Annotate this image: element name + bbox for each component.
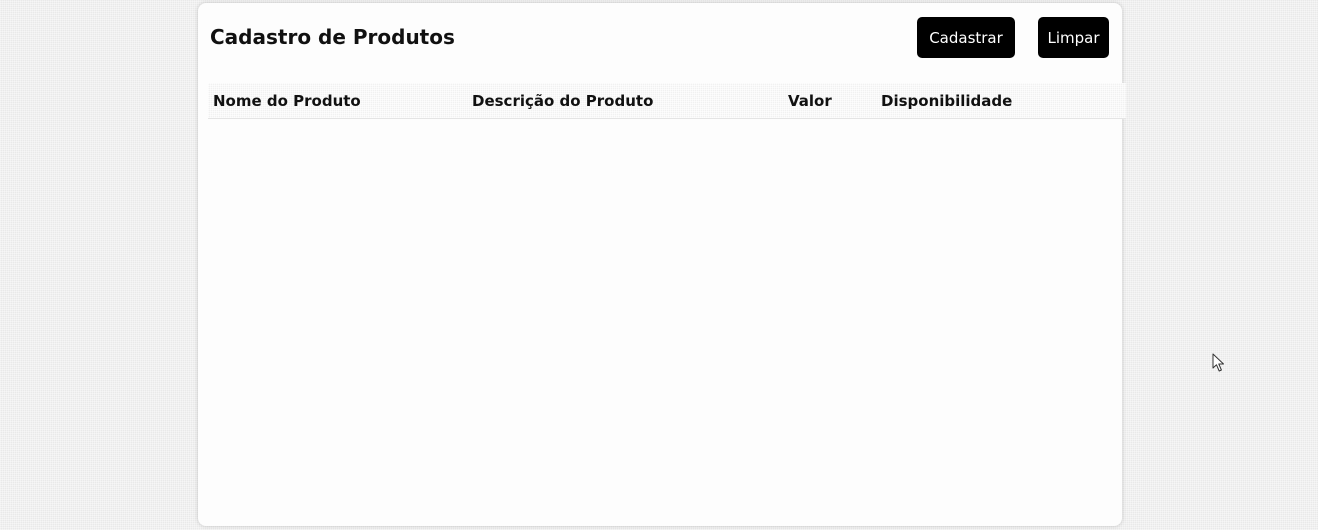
table-header-row: Nome do Produto Descrição do Produto Val… <box>208 83 1126 119</box>
table-header: Nome do Produto Descrição do Produto Val… <box>208 83 1126 119</box>
products-table: Nome do Produto Descrição do Produto Val… <box>208 83 1126 119</box>
column-header-descricao: Descrição do Produto <box>472 91 654 110</box>
product-card: Cadastro de Produtos Cadastrar Limpar No… <box>198 3 1126 526</box>
mouse-pointer-icon <box>1212 353 1224 372</box>
column-header-disponibilidade: Disponibilidade <box>881 91 1013 110</box>
column-header-valor: Valor <box>788 91 832 110</box>
page-title: Cadastro de Produtos <box>210 25 455 49</box>
card-header: Cadastro de Produtos Cadastrar Limpar <box>198 3 1122 77</box>
cadastrar-button[interactable]: Cadastrar <box>917 17 1015 58</box>
limpar-button[interactable]: Limpar <box>1038 17 1109 58</box>
column-header-nome: Nome do Produto <box>213 91 361 110</box>
page: Cadastro de Produtos Cadastrar Limpar No… <box>0 0 1318 530</box>
products-table-container: Nome do Produto Descrição do Produto Val… <box>208 83 1126 119</box>
